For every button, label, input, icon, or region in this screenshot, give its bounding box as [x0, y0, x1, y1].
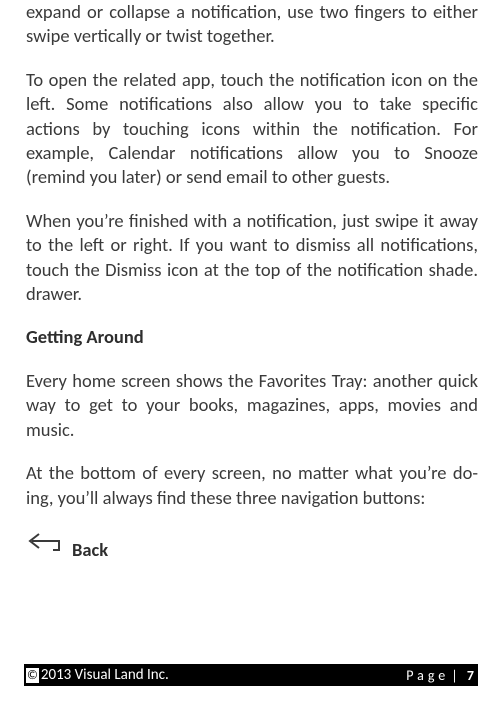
paragraph-gap: [26, 49, 478, 68]
page-number: 7: [467, 667, 474, 684]
copyright-text: 2013 Visual Land Inc.: [41, 666, 169, 684]
paragraph-gap: [26, 190, 478, 209]
paragraph-gap: [26, 442, 478, 461]
page-word: Page: [406, 667, 449, 684]
heading-getting-around: Getting Around: [26, 325, 478, 349]
paragraph-4: Every home screen shows the Favorites Tr…: [26, 369, 478, 442]
paragraph-gap: [26, 350, 478, 369]
footer-left: © 2013 Visual Land Inc.: [26, 666, 169, 684]
back-label: Back: [72, 538, 108, 562]
footer-right: Page| 7: [406, 667, 474, 684]
page-footer: © 2013 Visual Land Inc. Page| 7: [24, 664, 478, 686]
paragraph-5: At the bottom of every screen, no matter…: [26, 461, 478, 510]
paragraph-gap: [26, 306, 478, 325]
paragraph-2: To open the related app, touch the notif…: [26, 68, 478, 190]
page: expand or collapse a notification, use t…: [0, 0, 502, 716]
page-separator: |: [451, 667, 457, 684]
paragraph-1: expand or collapse a notification, use t…: [26, 0, 478, 49]
body-content: expand or collapse a notification, use t…: [26, 0, 478, 562]
back-icon: [26, 528, 68, 558]
copyright-symbol: ©: [26, 668, 39, 683]
back-button-row: Back: [26, 528, 478, 562]
paragraph-3: When you’re finished with a notification…: [26, 209, 478, 307]
